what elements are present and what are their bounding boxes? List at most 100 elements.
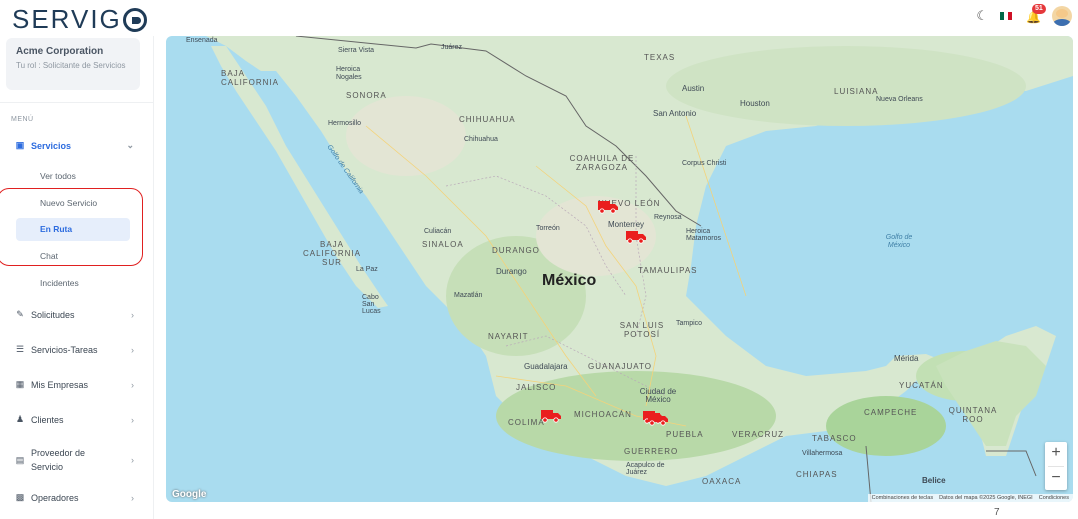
company-role: Tu rol : Solicitante de Servicios [16,61,126,70]
map-label-guadalajara: Guadalajara [524,362,568,371]
zoom-out-button[interactable]: − [1045,467,1067,491]
chevron-right-icon: › [131,344,134,355]
truck-marker-2[interactable] [626,230,646,244]
map-view[interactable]: Ensenada Juárez TEXAS BAJA CALIFORNIA Si… [166,36,1073,502]
map-label-louisiana: LUISIANA [834,87,879,96]
map-label-la-paz: La Paz [356,266,378,273]
map-label-ensenada: Ensenada [186,37,218,44]
building-icon: ▦ [15,379,25,389]
map-label-tabasco: TABASCO [812,434,857,443]
map-label-new-orleans: Nueva Orleans [876,96,923,103]
truck-marker-1[interactable] [598,200,618,214]
map-zoom-control: + − [1045,442,1067,490]
map-label-nayarit: NAYARIT [488,332,529,341]
chevron-right-icon: › [131,414,134,425]
map-label-coahuila: COAHUILA DE ZARAGOZA [569,154,635,172]
sidebar-item-servicios-tareas[interactable]: ☰ Servicios-Tareas › [14,344,134,355]
map-label-culiacan: Culiacán [424,228,452,235]
map-label-reynosa: Reynosa [654,214,682,221]
truck-marker-5[interactable] [648,412,668,426]
map-label-matamoros: Heroica Matamoros [686,228,722,242]
users-icon: ♟ [15,414,25,424]
keyboard-shortcuts-link[interactable]: Combinaciones de teclas [872,495,933,501]
map-label-baja-california-sur: BAJA CALIFORNIA SUR [302,240,361,267]
subitem-en-ruta[interactable]: En Ruta [40,224,72,234]
contact-card-icon: ▩ [15,492,25,502]
map-data-credit: Datos del mapa ©2025 Google, INEGI [939,495,1033,501]
map-label-chihuahua-city: Chihuahua [464,136,498,143]
subitem-chat[interactable]: Chat [40,251,58,261]
map-label-tampico: Tampico [676,320,703,327]
map-label-merida: Mérida [894,354,919,363]
map-label-yucatan: YUCATÁN [899,381,944,390]
map-label-mexico: México [542,272,597,289]
map-label-michoacan: MICHOACÁN [574,410,632,419]
terms-link[interactable]: Condiciones [1039,495,1069,501]
logo-text: SERVIG [12,4,122,34]
map-label-durango-city: Durango [496,267,527,276]
map-label-chihuahua-state: CHIHUAHUA [459,115,516,124]
map-label-monterrey: Monterrey [608,220,645,229]
map-label-sierra-vista: Sierra Vista [338,47,375,54]
map-label-puebla: PUEBLA [666,430,704,439]
app-logo[interactable]: SERVIG [12,4,147,35]
chevron-right-icon: › [131,309,134,320]
map-label-quintana-roo: QUINTANA ROO [948,406,998,424]
notifications-button[interactable]: 🔔 51 [1024,4,1046,24]
dark-mode-moon-icon[interactable]: ☾ [976,8,988,24]
map-label-guanajuato: GUANAJUATO [588,362,652,371]
map-label-houston: Houston [740,99,770,108]
map-label-texas: TEXAS [644,53,676,62]
subitem-en-ruta-highlight [16,218,130,241]
map-label-tamaulipas: TAMAULIPAS [638,266,698,275]
task-list-icon: ☰ [15,344,25,354]
user-avatar[interactable] [1052,6,1072,26]
map-label-sinaloa: SINALOA [422,240,464,249]
map-label-sonora: SONORA [346,91,387,100]
map-label-oaxaca: OAXACA [702,477,742,486]
map-label-jalisco: JALISCO [516,383,557,392]
sidebar-item-label: Mis Empresas [31,379,89,390]
map-label-juarez: Juárez [441,44,463,51]
sidebar-item-servicios[interactable]: ▣ Servicios ⌄ [14,140,134,151]
map-label-san-luis-potosi: SAN LUIS POTOSÍ [619,321,665,339]
sidebar-item-proveedor[interactable]: ▤ Proveedor de Servicio › [14,446,134,474]
map-label-acapulco: Acapulco de Juárez [626,462,665,476]
sidebar-item-clientes[interactable]: ♟ Clientes › [14,414,134,425]
map-label-austin: Austin [682,84,705,93]
header-actions: ☾ 🔔 51 [976,4,1072,26]
subitem-ver-todos[interactable]: Ver todos [40,171,76,181]
map-label-colima: COLIMA [508,418,545,427]
map-label-heroica-nogales: Heroica Nogales [336,66,362,81]
google-logo: Google [172,489,207,500]
map-terrain [166,36,1073,502]
subitem-incidentes[interactable]: Incidentes [40,278,79,288]
sidebar-item-label: Clientes [31,414,64,425]
map-label-golfo-mexico: Golfo de México [885,234,913,249]
mexico-flag-icon[interactable] [1000,12,1012,20]
menu-label: MENÚ [11,116,34,123]
map-label-baja-california: BAJA CALIFORNIA [221,69,280,87]
logo-o-mark-icon [122,7,147,32]
truck-marker-3[interactable] [541,409,561,423]
map-label-torreon: Torreón [536,225,560,232]
sidebar-item-label: Servicios [31,140,72,151]
chevron-right-icon: › [131,455,134,465]
sidebar-item-mis-empresas[interactable]: ▦ Mis Empresas › [14,379,134,390]
sidebar-item-label: Proveedor de Servicio [31,448,86,472]
company-name: Acme Corporation [16,46,104,57]
map-label-campeche: CAMPECHE [864,408,918,417]
sidebar-item-operadores[interactable]: ▩ Operadores › [14,492,134,503]
zoom-in-button[interactable]: + [1045,442,1067,466]
sidebar-item-label: Solicitudes [31,309,75,320]
chevron-down-icon: ⌄ [126,140,134,150]
map-label-villahermosa: Villahermosa [802,450,843,457]
notification-badge: 51 [1032,4,1046,14]
app-header: SERVIG ☾ 🔔 51 [0,0,1078,36]
subitem-nuevo-servicio[interactable]: Nuevo Servicio [40,198,97,208]
sidebar-item-solicitudes[interactable]: ✎ Solicitudes › [14,309,134,320]
map-label-chiapas: CHIAPAS [796,470,838,479]
chevron-right-icon: › [131,492,134,503]
map-label-ciudad-mexico: Ciudad de México [639,387,677,404]
id-card-icon: ▤ [15,454,25,465]
